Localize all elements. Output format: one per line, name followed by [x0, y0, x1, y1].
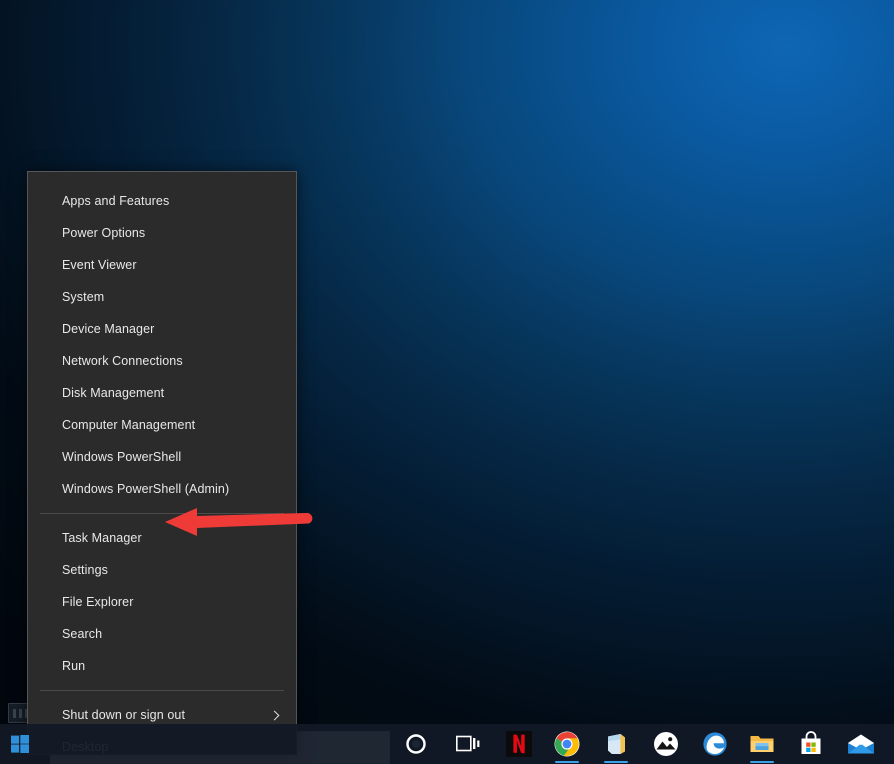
menu-item-network-connections[interactable]: Network Connections — [28, 345, 296, 377]
envelope-icon — [848, 734, 874, 754]
menu-item-label: Device Manager — [62, 322, 155, 336]
menu-item-system[interactable]: System — [28, 281, 296, 313]
file-explorer-icon[interactable] — [746, 728, 778, 763]
menu-separator-2 — [40, 690, 284, 691]
menu-item-label: File Explorer — [62, 595, 134, 609]
menu-item-label: Settings — [62, 563, 108, 577]
winx-context-menu[interactable]: Apps and Features Power Options Event Vi… — [27, 171, 297, 755]
menu-item-event-viewer[interactable]: Event Viewer — [28, 249, 296, 281]
menu-item-label: Task Manager — [62, 531, 142, 545]
sticky-notes-icon[interactable] — [600, 728, 632, 763]
menu-item-label: Run — [62, 659, 86, 673]
menu-item-label: Apps and Features — [62, 194, 170, 208]
menu-item-apps-and-features[interactable]: Apps and Features — [28, 185, 296, 217]
menu-item-power-options[interactable]: Power Options — [28, 217, 296, 249]
cortana-circle-icon — [406, 734, 426, 754]
chrome-icon[interactable] — [551, 728, 583, 763]
menu-item-label: Windows PowerShell — [62, 450, 182, 464]
netflix-logo-icon — [506, 731, 532, 757]
task-view-icon[interactable] — [452, 728, 484, 760]
netflix-icon[interactable] — [503, 728, 535, 760]
menu-item-search[interactable]: Search — [28, 618, 296, 650]
menu-item-disk-management[interactable]: Disk Management — [28, 377, 296, 409]
menu-item-label: Windows PowerShell (Admin) — [62, 482, 230, 496]
menu-item-run[interactable]: Run — [28, 650, 296, 682]
menu-group-system: Apps and Features Power Options Event Vi… — [28, 185, 296, 505]
menu-item-device-manager[interactable]: Device Manager — [28, 313, 296, 345]
chrome-logo-icon — [554, 731, 580, 757]
start-button[interactable] — [6, 730, 34, 758]
mail-icon[interactable] — [845, 728, 877, 760]
menu-separator-1 — [40, 513, 284, 514]
menu-item-windows-powershell-admin[interactable]: Windows PowerShell (Admin) — [28, 473, 296, 505]
photos-logo-icon — [654, 732, 678, 756]
menu-item-label: Event Viewer — [62, 258, 137, 272]
folder-icon — [750, 736, 774, 752]
store-bag-icon — [801, 731, 821, 754]
menu-item-label: Computer Management — [62, 418, 196, 432]
cortana-icon[interactable] — [400, 728, 432, 760]
menu-item-label: Shut down or sign out — [62, 708, 186, 722]
menu-group-tools: Task Manager Settings File Explorer Sear… — [28, 522, 296, 682]
menu-item-file-explorer[interactable]: File Explorer — [28, 586, 296, 618]
edge-icon[interactable] — [699, 728, 731, 760]
menu-item-computer-management[interactable]: Computer Management — [28, 409, 296, 441]
menu-item-label: Power Options — [62, 226, 146, 240]
task-view-glyph-icon — [456, 735, 480, 752]
desktop[interactable]: Apps and Features Power Options Event Vi… — [0, 0, 894, 764]
menu-item-label: Network Connections — [62, 354, 183, 368]
menu-item-label: System — [62, 290, 105, 304]
menu-item-label: Disk Management — [62, 386, 165, 400]
menu-item-windows-powershell[interactable]: Windows PowerShell — [28, 441, 296, 473]
menu-item-settings[interactable]: Settings — [28, 554, 296, 586]
edge-logo-icon — [703, 732, 727, 756]
photos-icon[interactable] — [650, 728, 682, 760]
menu-item-task-manager[interactable]: Task Manager — [28, 522, 296, 554]
sticky-notes-glyph-icon — [608, 734, 625, 754]
windows-logo-icon — [11, 735, 29, 753]
taskbar[interactable] — [0, 724, 894, 764]
menu-item-label: Search — [62, 627, 103, 641]
microsoft-store-icon[interactable] — [795, 728, 827, 760]
